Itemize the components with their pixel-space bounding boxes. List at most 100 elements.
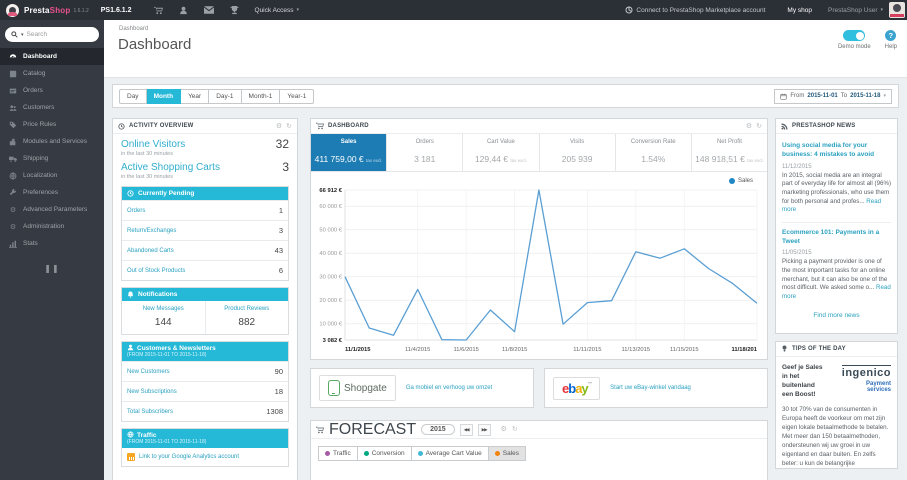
kpi-net-profit[interactable]: Net Profit 148 918,51 € tax excl. [690, 134, 767, 171]
legend-button-traffic[interactable]: Traffic [318, 446, 358, 461]
range-button-year[interactable]: Year [181, 88, 210, 104]
google-analytics-link[interactable]: Link to your Google Analytics account [139, 454, 239, 460]
sidebar-item-price-rules[interactable]: Price Rules [0, 116, 104, 133]
find-more-news-link[interactable]: Find more news [782, 312, 891, 319]
previous-year-button[interactable]: ◀◀ [459, 423, 473, 436]
row-link[interactable]: Orders [127, 208, 145, 214]
article-date: 11/12/2015 [782, 163, 812, 170]
sidebar-item-localization[interactable]: Localization [0, 167, 104, 184]
range-button-month-1[interactable]: Month-1 [241, 88, 281, 104]
article-title-link[interactable]: Using social media for your business: 4 … [782, 142, 891, 160]
legend-button-sales[interactable]: Sales [488, 446, 526, 461]
shopgate-module: Shopgate Ga mobiel en verhoog uw omzet [310, 368, 534, 408]
kpi-conversion-rate[interactable]: Conversion Rate 1.54% [614, 134, 691, 171]
search-input[interactable] [26, 31, 85, 38]
shopgate-logo[interactable]: Shopgate [319, 375, 396, 401]
range-button-year-1[interactable]: Year-1 [280, 88, 315, 104]
svg-text:3 082 €: 3 082 € [323, 338, 343, 344]
row-link[interactable]: Abandoned Carts [127, 248, 174, 254]
kpi-sales[interactable]: Sales 411 759,00 € tax excl. [311, 134, 387, 171]
online-visitors-link[interactable]: Online Visitors [121, 139, 289, 150]
kpi-value: 148 918,51 € [695, 154, 745, 164]
refresh-icon[interactable]: ↻ [286, 123, 292, 130]
user-menu[interactable]: PrestaShop User ▾ [828, 7, 883, 14]
sidebar-collapse-button[interactable]: ❚❚ [42, 264, 62, 273]
ingenico-logo[interactable]: ingenico Payment services [841, 363, 891, 399]
sidebar-item-shipping[interactable]: Shipping [0, 150, 104, 167]
svg-text:50 000 €: 50 000 € [319, 228, 342, 234]
kpi-orders[interactable]: Orders 3 181 [386, 134, 462, 171]
range-button-day-1[interactable]: Day-1 [209, 88, 242, 104]
sidebar-item-label: Customers [23, 104, 55, 111]
sidebar-item-customers[interactable]: Customers [0, 99, 104, 116]
ebay-link[interactable]: Start uw eBay-winkel vandaag [610, 385, 691, 391]
next-year-button[interactable]: ▶▶ [477, 423, 491, 436]
sidebar-item-preferences[interactable]: Preferences [0, 184, 104, 201]
users-icon [9, 104, 17, 112]
user-icon[interactable] [179, 6, 188, 15]
demo-mode-toggle[interactable] [843, 30, 866, 41]
article-title-link[interactable]: Ecommerce 101: Payments in a Tweet [782, 229, 891, 247]
to-label: To [840, 93, 848, 99]
cart-icon [316, 426, 324, 434]
row-link[interactable]: Out of Stock Products [127, 268, 185, 274]
refresh-icon[interactable]: ↻ [512, 426, 518, 433]
sidebar-item-label: Administration [23, 223, 65, 230]
calendar-icon [780, 93, 788, 100]
cell-link[interactable]: New Messages [124, 306, 203, 312]
ebay-logo[interactable]: ebay™ [553, 376, 601, 400]
range-button-month[interactable]: Month [146, 88, 182, 104]
kpi-visits[interactable]: Visits 205 939 [538, 134, 615, 171]
user-avatar[interactable] [889, 2, 905, 18]
kpi-cart-value[interactable]: Cart Value 129,44 € tax excl. [462, 134, 538, 171]
refresh-icon[interactable]: ↻ [756, 123, 762, 130]
sidebar-search[interactable]: ▾ [5, 27, 99, 42]
pending-row-orders: Orders 1 [122, 200, 288, 220]
brand-name[interactable]: PrestaShop [24, 6, 70, 15]
sidebar-item-stats[interactable]: Stats [0, 235, 104, 252]
prestashop-logo[interactable] [6, 3, 19, 17]
google-analytics-row: Link to your Google Analytics account [122, 448, 288, 466]
breadcrumb[interactable]: Dashboard [104, 20, 907, 32]
date-range-picker[interactable]: From 2015-11-01 To 2015-11-18 ▾ [774, 88, 892, 104]
svg-text:11/4/2015: 11/4/2015 [405, 347, 430, 353]
marketplace-link[interactable]: Connect to PrestaShop Marketplace accoun… [625, 6, 765, 14]
brand-shop: Shop [49, 5, 71, 15]
legend-button-average-cart-value[interactable]: Average Cart Value [411, 446, 489, 461]
sidebar-item-catalog[interactable]: Catalog [0, 65, 104, 82]
range-button-day[interactable]: Day [119, 88, 147, 104]
active-carts-link[interactable]: Active Shopping Carts [121, 162, 289, 173]
row-link[interactable]: New Customers [127, 369, 170, 375]
gear-icon[interactable]: ⚙ [276, 123, 282, 130]
search-scope-caret-icon[interactable]: ▾ [21, 32, 24, 38]
marketplace-label: Connect to PrestaShop Marketplace accoun… [636, 6, 766, 14]
cell-link[interactable]: Product Reviews [208, 306, 287, 312]
cart-icon [316, 122, 324, 130]
notification-new-messages: New Messages 144 [122, 301, 205, 334]
forecast-year[interactable]: 2015 [421, 424, 455, 435]
gear-icon[interactable]: ⚙ [501, 426, 507, 433]
chart-legend[interactable]: Sales [728, 178, 753, 184]
sidebar-item-label: Advanced Parameters [23, 206, 88, 213]
panel-title: TIPS OF THE DAY [792, 345, 846, 352]
gear-icon[interactable]: ⚙ [746, 123, 752, 130]
sidebar-item-orders[interactable]: Orders [0, 82, 104, 99]
sidebar-item-dashboard[interactable]: Dashboard [0, 48, 104, 65]
sidebar-item-administration[interactable]: ⚙ Administration [0, 218, 104, 235]
row-link[interactable]: New Subscriptions [127, 389, 177, 395]
quick-access-menu[interactable]: Quick Access ▾ [255, 7, 300, 14]
help-icon[interactable]: ? [885, 30, 897, 41]
my-shop-link[interactable]: My shop [787, 7, 812, 14]
mail-icon[interactable] [203, 6, 214, 14]
sidebar-item-modules[interactable]: Modules and Services [0, 133, 104, 150]
cart-icon[interactable] [153, 6, 163, 15]
section-title: Customers & Newsletters [137, 345, 216, 352]
trophy-icon[interactable] [229, 5, 239, 15]
panel-title: FORECAST [329, 420, 417, 438]
sidebar-item-advanced-parameters[interactable]: ⚙ Advanced Parameters [0, 201, 104, 218]
legend-button-conversion[interactable]: Conversion [357, 446, 412, 461]
shopgate-link[interactable]: Ga mobiel en verhoog uw omzet [406, 385, 492, 391]
demo-mode-label: Demo mode [837, 44, 871, 50]
row-link[interactable]: Return/Exchanges [127, 228, 176, 234]
row-link[interactable]: Total Subscribers [127, 409, 173, 415]
